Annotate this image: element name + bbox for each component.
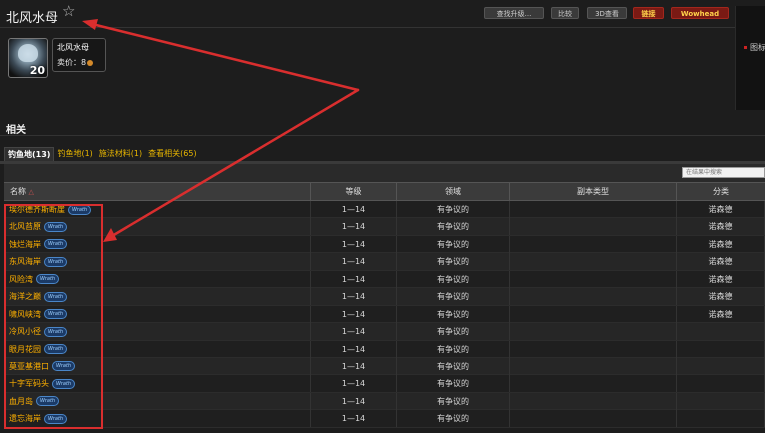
arrowhead-title-icon: [82, 19, 98, 30]
annotation-arrows: [82, 19, 360, 242]
arrow-to-zone-list: [110, 88, 360, 238]
arrow-to-title: [90, 22, 360, 92]
